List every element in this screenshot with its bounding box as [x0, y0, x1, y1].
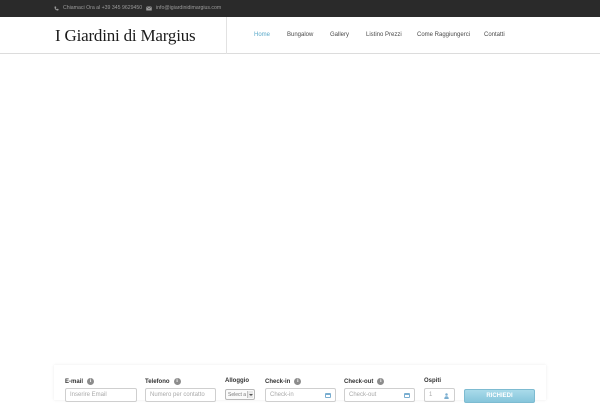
phone-label: Telefono i [145, 378, 181, 385]
nav-come-raggiungerci[interactable]: Come Raggiungerci [417, 32, 470, 38]
calendar-icon [404, 393, 410, 398]
calendar-icon [325, 393, 331, 398]
email-label: E-mail i [65, 378, 95, 385]
nav-gallery[interactable]: Gallery [330, 32, 349, 38]
header-divider [226, 17, 227, 54]
phone-contact[interactable]: Chiamaci Ora al +39 345 9629450 [54, 5, 142, 11]
booking-form: E-mail i Inserire Email Telefono i Numero … [54, 365, 546, 403]
site-logo[interactable]: I Giardini di Margius [55, 26, 196, 46]
guests-label: Ospiti [424, 378, 442, 384]
accommodation-label: Alloggio [225, 378, 249, 384]
nav-bungalow[interactable]: Bungalow [287, 32, 313, 38]
checkin-label: Check-in i [265, 378, 302, 385]
hero-area [0, 54, 600, 400]
phone-text: Chiamaci Ora al +39 345 9629450 [63, 5, 143, 11]
checkout-label: Check-out i [344, 378, 385, 385]
nav-contatti[interactable]: Contatti [484, 32, 505, 38]
site-header: I Giardini di Margius Home Bungalow Gall… [0, 17, 600, 54]
info-icon[interactable]: i [294, 378, 302, 385]
accommodation-select[interactable]: Select a [225, 389, 255, 400]
info-icon[interactable]: i [173, 378, 181, 385]
nav-listino-prezzi[interactable]: Listino Prezzi [366, 32, 402, 38]
top-bar: Chiamaci Ora al +39 345 9629450 info@igi… [0, 0, 600, 17]
chevron-down-icon [247, 391, 253, 398]
submit-button[interactable]: RICHIEDI [464, 389, 535, 403]
email-contact[interactable]: info@igiardinidimargius.com [146, 5, 221, 11]
email-text: info@igiardinidimargius.com [156, 5, 222, 11]
user-icon [444, 393, 449, 399]
envelope-icon [146, 5, 152, 11]
nav-home[interactable]: Home [254, 32, 270, 38]
phone-icon [54, 6, 59, 11]
info-icon[interactable]: i [87, 378, 95, 385]
info-icon[interactable]: i [377, 378, 385, 385]
